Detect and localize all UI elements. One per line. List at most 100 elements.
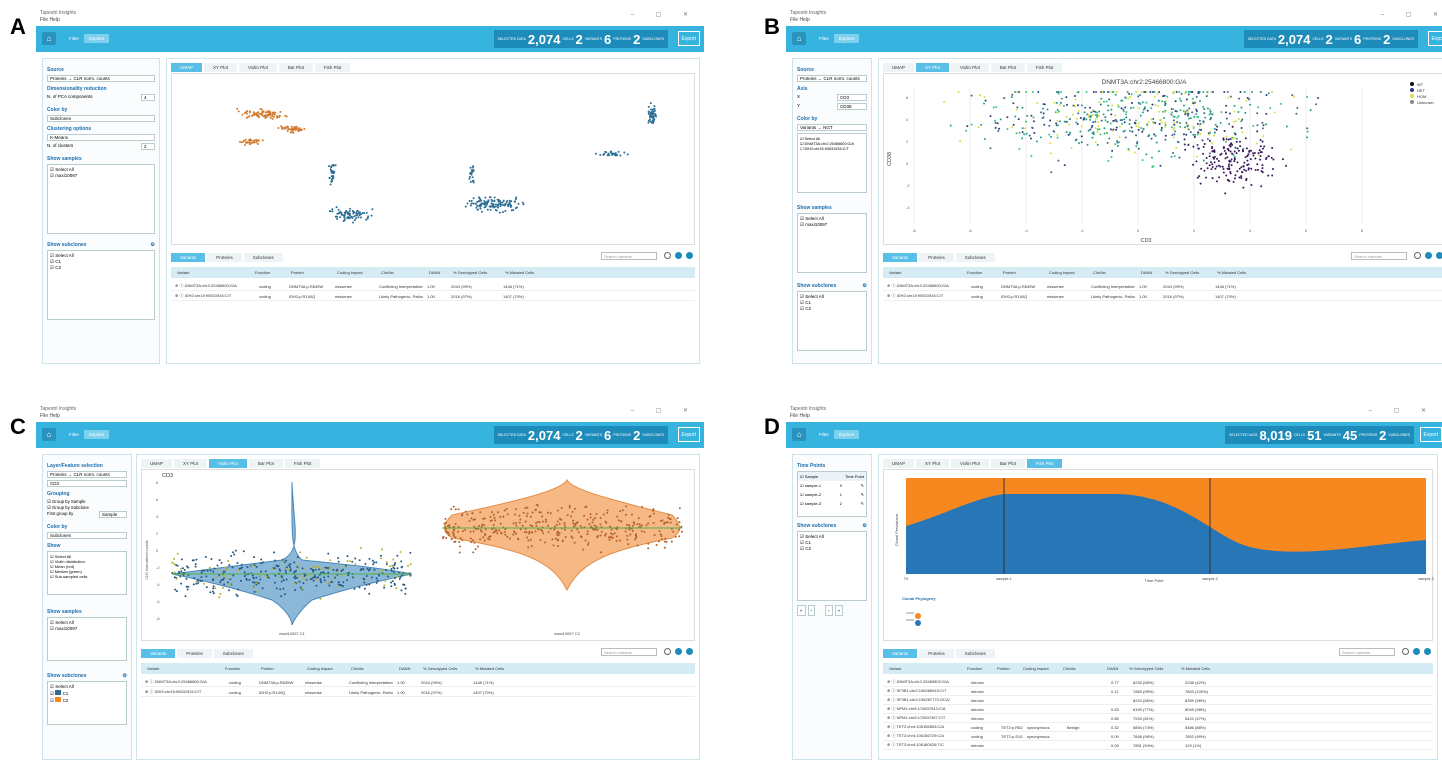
mode-switch[interactable]: Filter Explore	[64, 34, 110, 43]
tab-xy[interactable]: XY Plot	[204, 63, 237, 72]
tab-variants[interactable]: Variants	[883, 649, 918, 658]
violin-plot[interactable]: CD3 CLR normalized counts 8 6 4 2 0 -2 -4 -6 -8 m…	[141, 469, 695, 641]
col-clinvar[interactable]: ClinVar	[375, 270, 423, 275]
menu-bar[interactable]: File Help	[40, 413, 700, 419]
col-function[interactable]: Function	[961, 666, 991, 671]
col-mutated[interactable]: % Mutated Cells	[1211, 270, 1246, 275]
col-mutated[interactable]: % Mutated Cells	[499, 270, 534, 275]
menu-bar[interactable]: File Help	[790, 17, 1442, 23]
sample-checkbox[interactable]: ☑ maxi10097	[50, 626, 124, 632]
gear-icon[interactable]	[1414, 252, 1421, 259]
table-row[interactable]: ⊕ ⓘ IDH2:chr15:90631934:C/T coding IDH2:p.…	[141, 688, 695, 697]
timepoint-row[interactable]: ☑ sample-1 0 ✎	[798, 481, 866, 490]
table-row[interactable]: ⊕ ⓘ SF3B1:chr2:198267770:GCA/intronic 822…	[883, 696, 1433, 705]
table-row[interactable]: ⊕ ⓘ DNMT3A:chr2:25469502:G/A intronic 0.77…	[883, 678, 1433, 687]
col-coding[interactable]: Coding impact	[331, 270, 375, 275]
tab-subclones[interactable]: Subclones	[955, 253, 995, 262]
tab-xy[interactable]: XY Plot	[916, 63, 949, 72]
xy-plot[interactable]: DNMT3A:chr2:25466800:G/A CD3 CD38 WT HET H…	[883, 73, 1442, 245]
home-icon[interactable]: ⌂	[42, 428, 56, 441]
gear-icon[interactable]	[664, 252, 671, 259]
col-protein[interactable]: Protein	[285, 270, 331, 275]
tab-bar[interactable]: Bar Plot	[990, 459, 1025, 468]
umap-plot[interactable]: C1C2	[171, 73, 704, 245]
table-row[interactable]: ⊕ ⓘ TET2:chr4:106180926:T/C intronic 0.09 7…	[883, 741, 1433, 750]
tab-violin[interactable]: Violin Plot	[950, 63, 989, 72]
first-group-select[interactable]: Sample	[99, 511, 127, 518]
col-mutated[interactable]: % Mutated Cells	[469, 666, 504, 671]
search-input[interactable]: Search variants	[1339, 648, 1395, 656]
col-protein[interactable]: Protein	[991, 666, 1017, 671]
last-page-button[interactable]: »	[834, 605, 844, 616]
gear-icon[interactable]: ⚙	[123, 673, 127, 679]
help-icon[interactable]	[675, 252, 682, 259]
col-function[interactable]: Function	[249, 270, 285, 275]
y-select[interactable]: CD38	[837, 103, 867, 110]
col-coding[interactable]: Coding impact	[301, 666, 345, 671]
menu-bar[interactable]: File Help	[40, 17, 700, 23]
col-clinvar[interactable]: ClinVar	[345, 666, 393, 671]
table-row[interactable]: ⊕ ⓘ TET2:chr4:106156729:C/A coding TET2:p.…	[883, 732, 1433, 741]
tab-explore[interactable]: Explore	[84, 34, 110, 43]
mode-switch[interactable]: Filter Explore	[814, 430, 860, 439]
timepoint-row[interactable]: ☑ sample-3 2 ✎	[798, 499, 866, 508]
edit-icon[interactable]: ✎	[861, 492, 864, 497]
table-row[interactable]: ⊕ ⓘ IDH2:chr15:90631934:C/T coding IDH2:p.…	[883, 292, 1442, 301]
window-controls[interactable]: – ▢ ✕	[1381, 11, 1442, 18]
tab-filter[interactable]: Filter	[64, 430, 84, 439]
col-dann[interactable]: DANN	[1135, 270, 1159, 275]
search-input[interactable]: Search variants	[601, 648, 657, 656]
tab-proteins[interactable]: Proteins	[919, 253, 954, 262]
home-icon[interactable]: ⌂	[792, 32, 806, 45]
table-row[interactable]: ⊕ ⓘ DNMT3A:chr2:25466800:G/A coding DNMT3A…	[171, 282, 695, 291]
source-select[interactable]: Proteins → CLR norm. counts	[47, 75, 155, 82]
col-variant[interactable]: Variant	[171, 270, 249, 275]
col-variant[interactable]: Variant	[141, 666, 219, 671]
col-variant[interactable]: Variant	[883, 666, 961, 671]
search-input[interactable]: Search variants	[601, 252, 657, 260]
tab-xy[interactable]: XY Plot	[916, 459, 949, 468]
tab-umap[interactable]: UMAP	[141, 459, 173, 468]
table-row[interactable]: ⊕ ⓘ NPM1:chr5:170837457:C/T intronic 0.85 7…	[883, 714, 1433, 723]
tab-umap[interactable]: UMAP	[883, 459, 915, 468]
colorby-select[interactable]: Variants → NGT	[797, 124, 867, 131]
tab-proteins[interactable]: Proteins	[177, 649, 212, 658]
home-icon[interactable]: ⌂	[792, 428, 806, 441]
variant-checkbox[interactable]: ☐ IDH2:chr15:90631934:C/T	[800, 146, 864, 151]
subclone-c1-checkbox[interactable]: ☑ C1	[50, 690, 124, 697]
col-genotyped[interactable]: % Genotyped Cells	[417, 666, 469, 671]
table-row[interactable]: ⊕ ⓘ TET2:chr4:106155853:C/A coding TET2:p.…	[883, 723, 1433, 732]
col-mutated[interactable]: % Mutated Cells	[1175, 666, 1210, 671]
gear-icon[interactable]: ⚙	[863, 523, 867, 529]
tab-fish[interactable]: Fish Plot	[314, 63, 351, 72]
col-function[interactable]: Function	[219, 666, 255, 671]
table-row[interactable]: ⊕ ⓘ NPM1:chr5:170837543:C/A intronic 0.83 8…	[883, 705, 1433, 714]
col-coding[interactable]: Coding impact	[1017, 666, 1057, 671]
col-dann[interactable]: DANN	[393, 666, 417, 671]
mode-switch[interactable]: Filter Explore	[64, 430, 110, 439]
help-icon[interactable]	[1413, 648, 1420, 655]
sample-checkbox[interactable]: ☑ maxi10097	[800, 222, 864, 228]
tab-variants[interactable]: Variants	[171, 253, 206, 262]
table-row[interactable]: ⊕ ⓘ SF3B1:chr2:198266943:C/T intronic 0.11…	[883, 687, 1433, 696]
tab-explore[interactable]: Explore	[834, 34, 860, 43]
download-icon[interactable]	[1424, 648, 1431, 655]
export-button[interactable]: Export	[1427, 31, 1442, 46]
x-select[interactable]: CD3	[837, 94, 867, 101]
tab-bar[interactable]: Bar Plot	[278, 63, 313, 72]
tab-explore[interactable]: Explore	[834, 430, 860, 439]
tab-filter[interactable]: Filter	[814, 430, 834, 439]
feature-select[interactable]: CD3	[47, 480, 127, 487]
tab-subclones[interactable]: Subclones	[955, 649, 995, 658]
export-button[interactable]: Export	[677, 31, 700, 46]
timepoint-row[interactable]: ☑ sample-2 1 ✎	[798, 490, 866, 499]
colorby-select[interactable]: Subclones	[47, 532, 127, 539]
prev-page-button[interactable]: ‹	[807, 605, 816, 616]
gear-icon[interactable]: ⚙	[151, 242, 155, 248]
next-page-button[interactable]: ›	[825, 605, 833, 616]
tab-explore[interactable]: Explore	[84, 430, 110, 439]
edit-icon[interactable]: ✎	[861, 483, 864, 488]
table-row[interactable]: ⊕ ⓘ DNMT3A:chr2:25466800:G/A coding DNMT3A…	[883, 282, 1442, 291]
export-button[interactable]: Export	[1419, 427, 1442, 442]
tab-filter[interactable]: Filter	[64, 34, 84, 43]
